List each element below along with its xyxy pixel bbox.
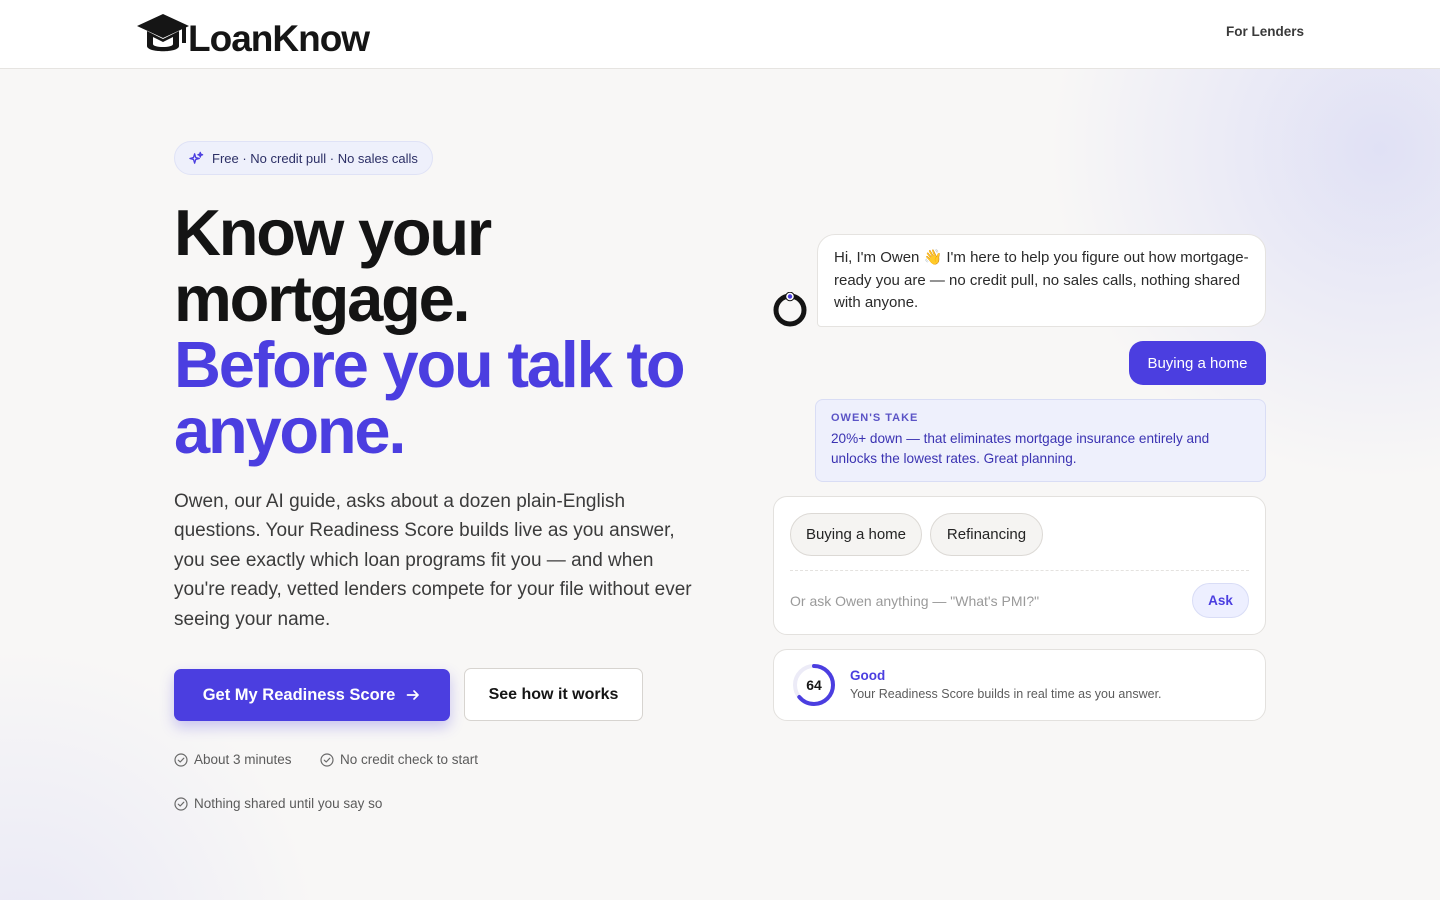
owens-take-card: OWEN'S TAKE 20%+ down — that eliminates … [815,399,1266,482]
option-chip-buying-a-home[interactable]: Buying a home [790,513,922,556]
background-glow [0,69,1440,900]
brand-name: LoanKnow [188,18,370,59]
owens-take-title: OWEN'S TAKE [831,412,919,424]
ask-owen-input[interactable] [790,585,1180,617]
badge-text: Free · No credit pull · No sales calls [212,150,418,166]
option-chip-refinancing[interactable]: Refinancing [930,513,1043,556]
check-circle-icon [320,752,334,767]
user-message: Buying a home [1129,341,1266,385]
get-readiness-score-button[interactable]: Get My Readiness Score [174,669,450,721]
see-how-it-works-button[interactable]: See how it works [464,668,643,721]
panel-divider [790,570,1249,571]
score-description: Your Readiness Score builds in real time… [850,687,1162,701]
ask-button[interactable]: Ask [1192,583,1249,618]
sparkles-icon [189,151,204,164]
check-circle-icon [174,796,188,811]
answer-panel: Buying a home Refinancing Ask [773,496,1266,635]
check-label: Nothing shared until you say so [194,796,383,811]
hero-headline: Know your mortgage. Before you talk to a… [174,200,754,464]
nav-for-lenders-link[interactable]: For Lenders [1226,24,1304,39]
check-item: Nothing shared until you say so [174,796,382,811]
check-item: About 3 minutes [174,752,292,767]
brand-logo[interactable]: LoanKnow [136,12,370,59]
hero-description: Owen, our AI guide, asks about a dozen p… [174,491,692,630]
primary-cta-label: Get My Readiness Score [202,685,396,704]
owens-take-body: 20%+ down — that eliminates mortgage ins… [831,431,1210,466]
owen-avatar-icon [773,292,807,327]
check-label: About 3 minutes [194,752,292,767]
headline-line-1: Know your [174,196,492,269]
check-item: No credit check to start [320,752,478,767]
site-header: LoanKnow For Lenders [0,0,1440,69]
owen-message: Hi, I'm Owen 👋 I'm here to help you figu… [817,234,1266,327]
readiness-score-card: 64 Good Your Readiness Score builds in r… [773,649,1266,721]
check-label: No credit check to start [340,752,479,767]
score-label: Good [850,668,886,683]
score-value: 64 [806,677,822,693]
arrow-right-icon [406,690,420,700]
check-circle-icon [174,752,188,767]
headline-accent-line-2: anyone. [174,394,406,467]
free-badge: Free · No credit pull · No sales calls [174,141,433,175]
graduation-cap-icon [137,14,189,52]
headline-line-2: mortgage. [174,262,471,335]
headline-accent-line-1: Before you talk to [174,328,686,401]
